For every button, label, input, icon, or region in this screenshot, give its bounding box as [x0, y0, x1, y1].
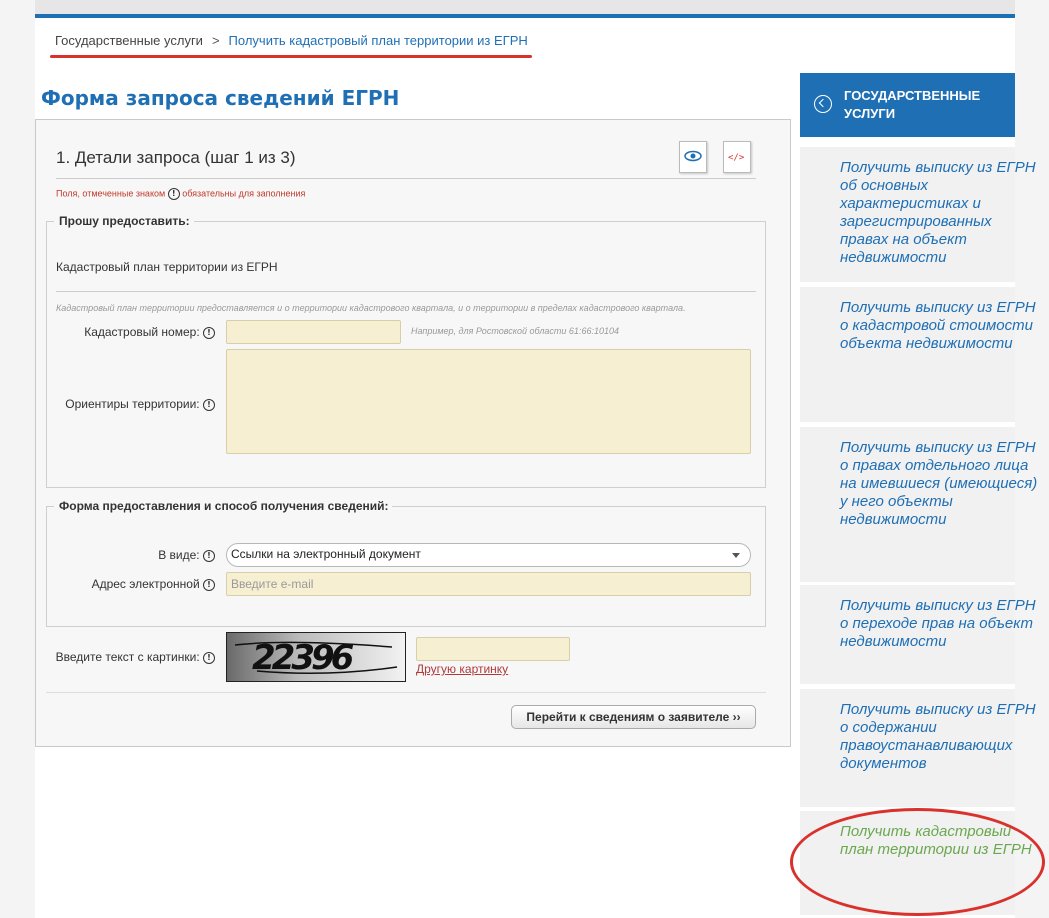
fieldset-border — [392, 506, 766, 507]
email-label: Адрес электронной ! — [40, 577, 215, 591]
sidebar-item[interactable]: Получить выписку из ЕГРН о правах отдель… — [800, 427, 1037, 585]
sidebar-item[interactable]: Получить выписку из ЕГРН о кадастровой с… — [800, 287, 1036, 425]
format-select[interactable]: Ссылки на электронный документ — [226, 543, 751, 567]
cadastral-number-input[interactable] — [226, 320, 401, 344]
info-icon[interactable]: ! — [203, 326, 215, 339]
fieldset-border — [193, 221, 766, 222]
captcha-input[interactable] — [416, 637, 570, 661]
preview-document-icon[interactable] — [679, 141, 707, 173]
service-note: Кадастровый план территории предоставляе… — [56, 303, 686, 313]
sidebar-header-label: ГОСУДАРСТВЕННЫЕ УСЛУГИ — [844, 88, 981, 121]
breadcrumb-separator: > — [211, 33, 220, 48]
landmarks-label: Ориентиры территории: ! — [40, 397, 215, 411]
selected-service: Кадастровый план территории из ЕГРН — [56, 260, 278, 274]
captcha-label: Введите текст с картинки: ! — [40, 650, 215, 664]
cadastral-number-hint: Например, для Ростовской области 61:66:1… — [411, 326, 619, 336]
sidebar-item[interactable]: Получить выписку из ЕГРН о содержании пр… — [800, 689, 1036, 810]
email-input[interactable]: Введите e-mail — [226, 572, 751, 596]
info-icon: ! — [167, 188, 180, 200]
divider — [46, 692, 766, 693]
info-icon[interactable]: ! — [203, 578, 215, 591]
svg-text:</>: </> — [728, 153, 745, 163]
top-bar — [35, 0, 1015, 14]
landmarks-textarea[interactable] — [226, 349, 751, 454]
section-legend: Форма предоставления и способ получения … — [55, 499, 393, 513]
divider — [56, 291, 756, 292]
highlight-underline — [50, 55, 532, 58]
fieldset-border — [46, 506, 54, 507]
refresh-captcha-link[interactable]: Другую картинку — [416, 662, 508, 676]
sidebar-item[interactable]: Получить выписку из ЕГРН о переходе прав… — [800, 585, 1036, 687]
info-icon[interactable]: ! — [203, 549, 215, 562]
info-icon[interactable]: ! — [203, 651, 215, 664]
required-fields-note: Поля, отмеченные знаком ! обязательны дл… — [56, 188, 306, 200]
info-icon[interactable]: ! — [203, 398, 215, 411]
fieldset-border — [46, 221, 54, 222]
breadcrumb-current[interactable]: Получить кадастровый план территории из … — [229, 33, 528, 48]
section-legend: Прошу предоставить: — [55, 214, 194, 228]
divider — [56, 178, 756, 179]
next-step-button[interactable]: Перейти к сведениям о заявителе ›› — [511, 705, 756, 729]
cadastral-number-label: Кадастровый номер: ! — [60, 325, 215, 339]
svg-text:22396: 22396 — [252, 638, 354, 678]
captcha-image: 22396 — [226, 632, 406, 682]
step-title: 1. Детали запроса (шаг 1 из 3) — [56, 148, 296, 167]
chevron-down-icon — [732, 553, 740, 558]
breadcrumb-root[interactable]: Государственные услуги — [55, 33, 203, 48]
highlight-ellipse — [790, 808, 1045, 916]
sidebar-item[interactable]: Получить выписку из ЕГРН об основных хар… — [800, 147, 1036, 285]
xml-document-icon[interactable]: </> — [723, 141, 751, 173]
breadcrumb: Государственные услуги > Получить кадастро… — [55, 33, 528, 48]
sidebar-header[interactable]: ГОСУДАРСТВЕННЫЕ УСЛУГИ — [800, 73, 1015, 137]
chevron-left-icon — [814, 95, 832, 113]
page-title: Форма запроса сведений ЕГРН — [41, 86, 400, 110]
format-label: В виде: ! — [60, 548, 215, 562]
